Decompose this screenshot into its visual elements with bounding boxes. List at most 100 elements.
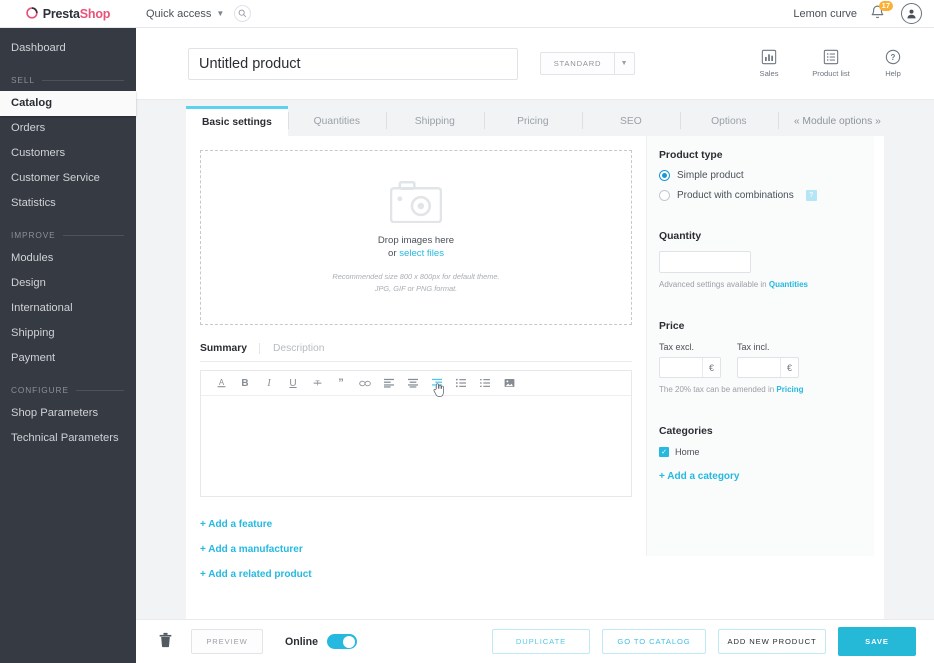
link-icon[interactable]: [353, 371, 377, 395]
notification-count-badge: 17: [878, 0, 893, 11]
summary-editor: A B I U T ”: [200, 370, 632, 497]
search-icon: [238, 9, 247, 18]
price-tax-incl-value[interactable]: [738, 358, 780, 377]
dropzone-primary-text: Drop images here: [377, 234, 455, 246]
quantities-link[interactable]: Quantities: [769, 280, 808, 289]
employee-name: Lemon curve: [793, 7, 857, 20]
tab-options[interactable]: Options: [679, 106, 778, 136]
page-header: STANDARD ▼ Sales: [136, 28, 934, 100]
description-tabs: Summary Description: [200, 343, 632, 362]
camera-icon: [390, 180, 442, 223]
help-button[interactable]: ? Help: [872, 49, 914, 78]
dropzone-or-text: or: [388, 247, 400, 259]
italic-icon[interactable]: I: [257, 371, 281, 395]
strikethrough-icon[interactable]: T: [305, 371, 329, 395]
checkbox-icon[interactable]: ✓: [659, 447, 669, 457]
sidebar-item-orders[interactable]: Orders: [0, 116, 136, 141]
top-header-bar: PrestaShop Quick access ▼ Lemon curve 17: [0, 0, 934, 28]
tab-pricing[interactable]: Pricing: [483, 106, 582, 136]
sidebar-item-customers[interactable]: Customers: [0, 141, 136, 166]
sidebar-item-statistics[interactable]: Statistics: [0, 191, 136, 216]
select-files-link[interactable]: select files: [399, 248, 444, 259]
tab-shipping[interactable]: Shipping: [385, 106, 484, 136]
category-home-row[interactable]: ✓ Home: [659, 447, 874, 457]
sidebar-item-dashboard[interactable]: Dashboard: [0, 36, 136, 61]
sidebar-section-improve: IMPROVE: [0, 230, 136, 240]
search-button[interactable]: [234, 5, 252, 22]
bold-icon[interactable]: B: [233, 371, 257, 395]
underline-icon[interactable]: U: [281, 371, 305, 395]
tab-description[interactable]: Description: [258, 343, 337, 354]
product-type-title: Product type: [659, 150, 723, 161]
quick-access-label: Quick access: [146, 7, 212, 20]
sidebar-item-payment[interactable]: Payment: [0, 346, 136, 371]
footer-action-bar: PREVIEW Online DUPLICATE GO TO CATALOG A…: [136, 619, 934, 663]
online-toggle[interactable]: [326, 634, 357, 649]
align-right-icon[interactable]: [425, 371, 449, 395]
sales-button[interactable]: Sales: [748, 49, 790, 78]
categories-title: Categories: [659, 426, 713, 437]
product-name-input[interactable]: [188, 47, 518, 80]
add-category-link[interactable]: + Add a category: [659, 471, 874, 482]
blockquote-icon[interactable]: ”: [329, 371, 353, 395]
footer-right-buttons: DUPLICATE GO TO CATALOG ADD NEW PRODUCT …: [492, 627, 916, 656]
prestashop-mark-icon: [26, 7, 39, 20]
radio-simple-product[interactable]: Simple product: [659, 170, 874, 181]
add-feature-link[interactable]: + Add a feature: [200, 519, 632, 530]
product-right-column: Product type Simple product Product with…: [646, 136, 874, 556]
price-tax-excl-field[interactable]: €: [659, 357, 721, 378]
tab-summary[interactable]: Summary: [200, 343, 259, 354]
duplicate-button[interactable]: DUPLICATE: [492, 629, 590, 654]
sidebar-item-shipping[interactable]: Shipping: [0, 321, 136, 346]
radio-product-with-combinations[interactable]: Product with combinations ?: [659, 190, 874, 201]
notifications-button[interactable]: 17: [869, 0, 893, 24]
save-button[interactable]: SAVE: [838, 627, 916, 656]
summary-editor-body[interactable]: [201, 396, 631, 496]
product-tabs: Basic settings Quantities Shipping Prici…: [136, 100, 934, 136]
tab-quantities[interactable]: Quantities: [287, 106, 386, 136]
align-center-icon[interactable]: [401, 371, 425, 395]
price-tax-incl-field[interactable]: €: [737, 357, 799, 378]
category-home-label: Home: [675, 447, 700, 457]
online-label: Online: [285, 635, 318, 648]
tab-seo[interactable]: SEO: [581, 106, 680, 136]
numbered-list-icon[interactable]: [473, 371, 497, 395]
sidebar-item-technical-parameters[interactable]: Technical Parameters: [0, 426, 136, 451]
price-tax-excl-value[interactable]: [660, 358, 702, 377]
align-left-icon[interactable]: [377, 371, 401, 395]
sidebar-item-modules[interactable]: Modules: [0, 246, 136, 271]
add-manufacturer-link[interactable]: + Add a manufacturer: [200, 544, 632, 555]
text-color-icon[interactable]: A: [209, 371, 233, 395]
sidebar-item-design[interactable]: Design: [0, 271, 136, 296]
help-tooltip-icon[interactable]: ?: [805, 190, 817, 201]
product-type-select[interactable]: STANDARD ▼: [540, 52, 635, 75]
sidebar-item-catalog[interactable]: Catalog: [0, 91, 136, 116]
delete-button[interactable]: [154, 631, 177, 653]
radio-simple-product-label: Simple product: [677, 170, 744, 181]
image-dropzone[interactable]: Drop images here or select files Recomme…: [200, 150, 632, 325]
quantity-input[interactable]: [659, 251, 751, 273]
insert-image-icon[interactable]: [497, 371, 521, 395]
brand-name-second: Shop: [79, 6, 111, 21]
sidebar-section-configure: CONFIGURE: [0, 385, 136, 395]
add-related-product-link[interactable]: + Add a related product: [200, 569, 632, 580]
quantity-note-text: Advanced settings available in: [659, 280, 769, 289]
preview-button[interactable]: PREVIEW: [191, 629, 263, 654]
tab-module-options[interactable]: « Module options »: [777, 106, 897, 136]
brand-name-first: Presta: [42, 6, 80, 21]
go-to-catalog-button[interactable]: GO TO CATALOG: [602, 629, 706, 654]
prestashop-logo[interactable]: PrestaShop: [0, 0, 136, 28]
sidebar-item-international[interactable]: International: [0, 296, 136, 321]
sidebar-item-shop-parameters[interactable]: Shop Parameters: [0, 401, 136, 426]
chevron-down-icon: ▼: [216, 9, 225, 18]
question-mark-icon: ?: [885, 49, 901, 65]
quick-access-menu[interactable]: Quick access ▼: [146, 8, 224, 20]
sidebar-item-customer-service[interactable]: Customer Service: [0, 166, 136, 191]
avatar[interactable]: [901, 3, 922, 24]
add-new-product-button[interactable]: ADD NEW PRODUCT: [718, 629, 826, 654]
product-list-label: Product list: [812, 69, 850, 78]
tab-basic-settings[interactable]: Basic settings: [186, 106, 288, 136]
bullet-list-icon[interactable]: [449, 371, 473, 395]
product-list-button[interactable]: Product list: [810, 49, 852, 78]
pricing-link[interactable]: Pricing: [776, 385, 803, 394]
